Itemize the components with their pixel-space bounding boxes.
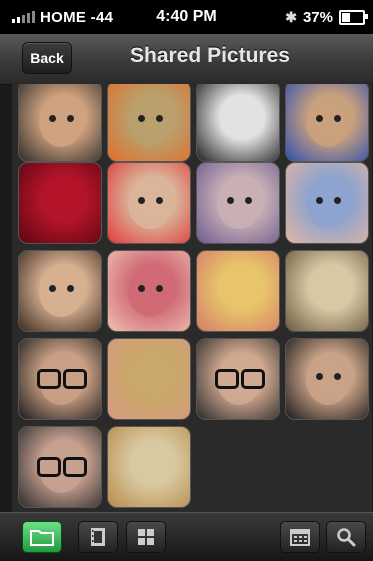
photo-thumbnail[interactable] — [18, 84, 102, 162]
photo-grid — [12, 84, 372, 512]
photo-detail — [63, 369, 87, 389]
photo-thumbnail[interactable] — [285, 338, 369, 420]
photo-detail — [334, 197, 341, 204]
photo-thumbnail[interactable] — [285, 250, 369, 332]
photo-thumbnail[interactable] — [107, 250, 191, 332]
photo-subject — [306, 179, 350, 229]
battery-percent: 37% — [302, 8, 333, 26]
tab-bar — [0, 512, 373, 561]
tab-folder[interactable] — [22, 521, 62, 553]
photo-detail — [156, 197, 163, 204]
photo-subject — [128, 179, 172, 229]
folder-icon — [30, 530, 54, 546]
photo-thumbnail[interactable] — [18, 250, 102, 332]
photo-detail — [49, 115, 56, 122]
photo-subject — [217, 179, 261, 229]
photo-detail — [138, 115, 145, 122]
photo-detail — [138, 197, 145, 204]
search-icon — [337, 528, 356, 547]
photo-detail — [334, 115, 341, 122]
photo-thumbnail[interactable] — [18, 426, 102, 508]
photo-subject — [128, 97, 172, 147]
photo-thumbnail[interactable] — [196, 250, 280, 332]
grid-icon — [138, 529, 154, 545]
photo-detail — [316, 197, 323, 204]
carrier-label: HOME -44 — [40, 8, 114, 26]
photo-detail — [138, 285, 145, 292]
tab-calendar[interactable] — [280, 521, 320, 553]
battery-icon — [339, 9, 368, 25]
photo-detail — [37, 457, 61, 477]
photo-detail — [316, 115, 323, 122]
photo-thumbnail[interactable] — [18, 338, 102, 420]
back-button[interactable]: Back — [22, 42, 72, 74]
calendar-icon — [290, 529, 310, 546]
photo-detail — [334, 373, 341, 380]
photo-thumbnail[interactable] — [285, 84, 369, 162]
photo-subject — [39, 267, 83, 317]
photo-thumbnail[interactable] — [107, 338, 191, 420]
photo-detail — [227, 197, 234, 204]
photo-detail — [67, 115, 74, 122]
photo-detail — [63, 457, 87, 477]
photo-thumbnail[interactable] — [107, 162, 191, 244]
photo-detail — [245, 197, 252, 204]
photo-thumbnail[interactable] — [18, 162, 102, 244]
photo-subject — [39, 97, 83, 147]
status-bar: HOME -44 4:40 PM ✱ 37% — [0, 0, 373, 34]
photo-detail — [49, 285, 56, 292]
photo-detail — [156, 115, 163, 122]
photo-thumbnail[interactable] — [107, 426, 191, 508]
film-strip-icon — [91, 528, 105, 546]
photo-detail — [67, 285, 74, 292]
navigation-bar: Back Shared Pictures — [0, 34, 373, 85]
photo-thumbnail[interactable] — [196, 162, 280, 244]
photo-detail — [241, 369, 265, 389]
back-button-label: Back — [30, 50, 64, 66]
photo-detail — [156, 285, 163, 292]
tab-film-strip[interactable] — [78, 521, 118, 553]
photo-detail — [215, 369, 239, 389]
page-title: Shared Pictures — [130, 44, 290, 67]
photo-subject — [306, 355, 350, 405]
photo-thumbnail[interactable] — [107, 84, 191, 162]
photo-detail — [37, 369, 61, 389]
photo-detail — [316, 373, 323, 380]
tab-grid[interactable] — [126, 521, 166, 553]
photo-thumbnail[interactable] — [196, 338, 280, 420]
tab-search[interactable] — [326, 521, 366, 553]
bluetooth-icon: ✱ — [285, 8, 297, 25]
signal-strength-icon — [12, 11, 35, 23]
photo-thumbnail[interactable] — [196, 84, 280, 162]
photo-subject — [128, 267, 172, 317]
photo-subject — [306, 97, 350, 147]
photo-thumbnail[interactable] — [285, 162, 369, 244]
